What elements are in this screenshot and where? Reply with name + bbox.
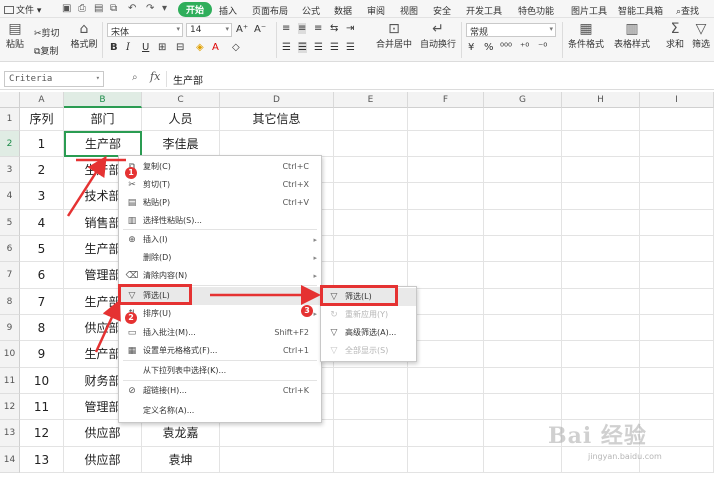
step-badge-2: 2: [125, 312, 137, 324]
watermark-url: jingyan.baidu.com: [588, 452, 662, 461]
step-badge-3: 3: [301, 305, 313, 317]
annotation-arrows: [66, 155, 321, 353]
watermark-logo: Bai 经验: [548, 423, 647, 449]
arrow-1: [66, 155, 107, 217]
arrow-2: [94, 299, 121, 353]
step-badge-1: 1: [125, 167, 137, 179]
watermark: Bai 经验 jingyan.baidu.com: [548, 418, 708, 468]
